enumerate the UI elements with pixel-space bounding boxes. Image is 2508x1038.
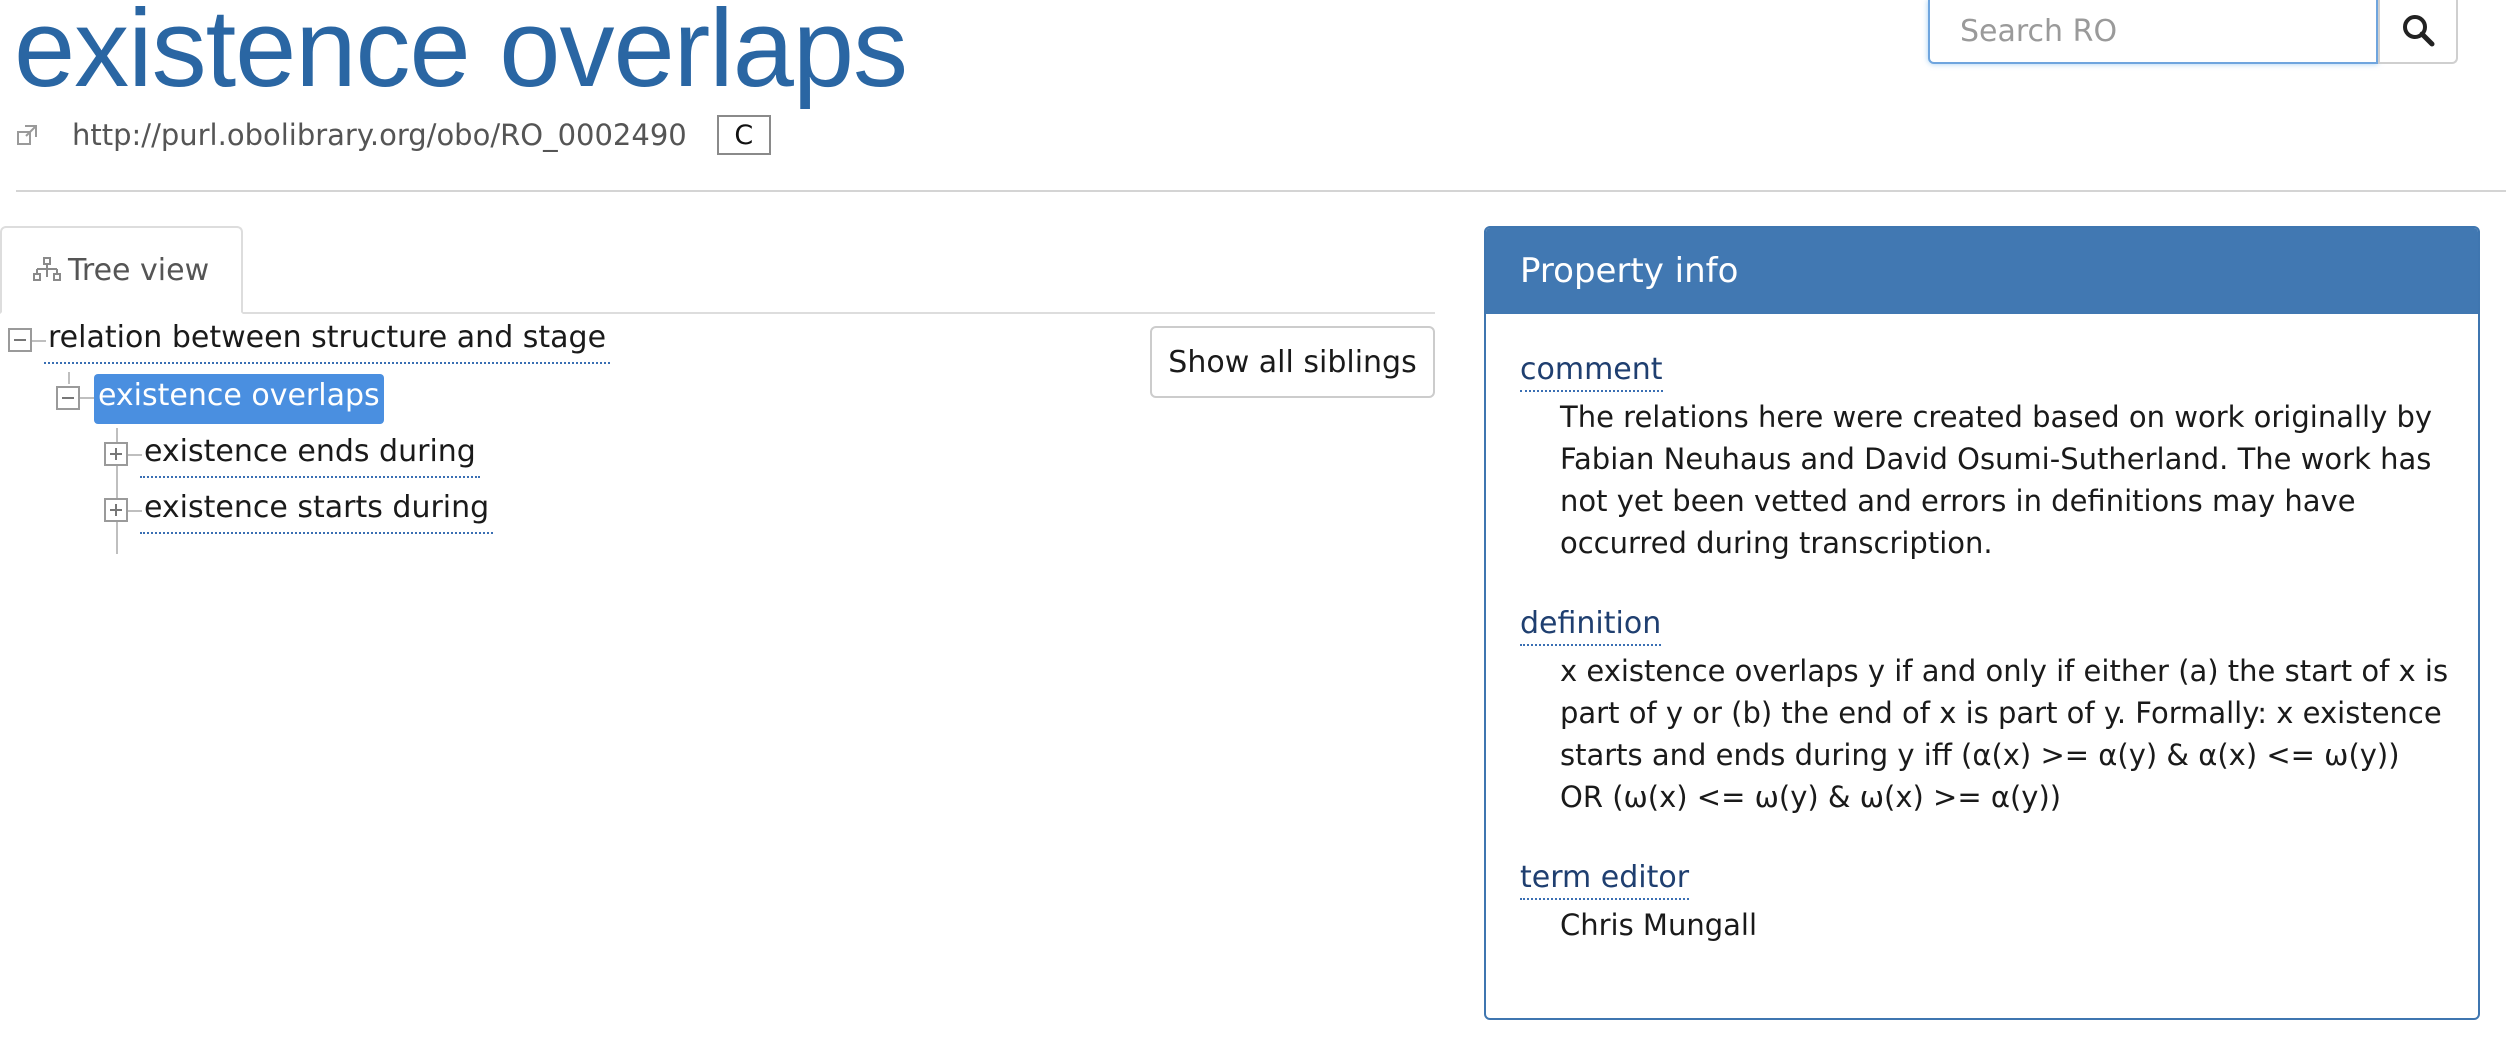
property-comment: comment The relations here were created … xyxy=(1520,350,2450,564)
search-button[interactable] xyxy=(2378,0,2458,64)
tree-node-existence-ends-during[interactable]: existence ends during xyxy=(140,432,480,478)
collapse-toggle[interactable] xyxy=(56,386,80,410)
property-definition: definition x existence overlaps y if and… xyxy=(1520,604,2450,818)
page-title: existence overlaps xyxy=(14,0,908,110)
tree-connector xyxy=(68,372,70,384)
property-key[interactable]: definition xyxy=(1520,604,1662,646)
tab-tree-view[interactable]: Tree view xyxy=(0,226,243,314)
copy-iri-button[interactable]: C xyxy=(716,115,771,155)
external-link-icon[interactable] xyxy=(16,124,38,146)
property-key[interactable]: term editor xyxy=(1520,858,1690,900)
property-value: x existence overlaps y if and only if ei… xyxy=(1560,654,2449,814)
expand-toggle[interactable] xyxy=(104,498,128,522)
search-icon xyxy=(2401,13,2435,50)
property-value: Chris Mungall xyxy=(1560,908,1758,942)
header-divider xyxy=(16,190,2506,192)
expand-toggle[interactable] xyxy=(104,442,128,466)
property-key[interactable]: comment xyxy=(1520,350,1663,392)
tree-node-existence-starts-during[interactable]: existence starts during xyxy=(140,488,494,534)
collapse-toggle[interactable] xyxy=(8,328,32,352)
property-value: The relations here were created based on… xyxy=(1560,400,2433,560)
panel-title: Property info xyxy=(1486,228,2478,314)
tree-connector xyxy=(78,397,94,399)
tree-node-relation-between-structure-and-stage[interactable]: relation between structure and stage xyxy=(44,318,611,364)
property-info-panel: Property info comment The relations here… xyxy=(1484,226,2480,1020)
iri-row: http://purl.obolibrary.org/obo/RO_000249… xyxy=(16,112,771,158)
sitemap-icon xyxy=(32,255,62,285)
search-input[interactable] xyxy=(1928,0,2378,64)
property-term-editor: term editor Chris Mungall xyxy=(1520,858,2450,946)
tree-node-existence-overlaps[interactable]: existence overlaps xyxy=(94,374,384,424)
tab-label: Tree view xyxy=(68,252,210,288)
iri-link[interactable]: http://purl.obolibrary.org/obo/RO_000249… xyxy=(72,118,687,152)
show-all-siblings-button[interactable]: Show all siblings xyxy=(1150,326,1435,398)
